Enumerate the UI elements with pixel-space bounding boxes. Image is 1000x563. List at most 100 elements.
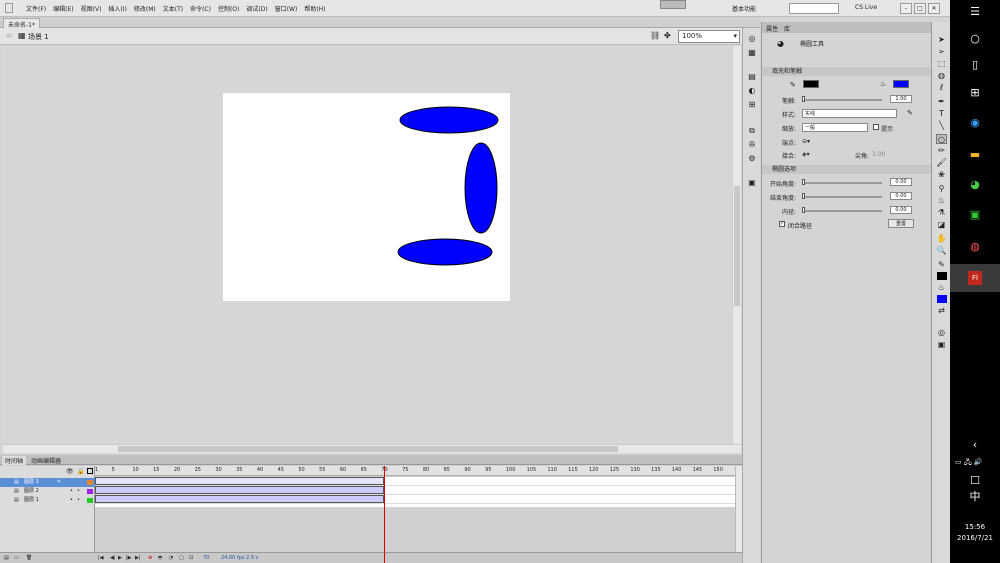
components-icon[interactable]: ✇ [747,140,757,149]
inner-radius-knob[interactable] [802,207,805,213]
frame-span[interactable] [95,486,384,494]
swap-colors-icon[interactable]: ⇄ [936,306,947,316]
tab-library[interactable]: 库 [784,24,790,33]
miter-value[interactable]: 3.00 [872,151,885,158]
stroke-slider-knob[interactable] [802,96,805,102]
zoom-tool-icon[interactable]: 🔍 [936,246,947,256]
chevron-left-icon[interactable]: ‹ [968,438,982,452]
align-panel-icon[interactable]: ▤ [747,72,757,81]
workspace-selector[interactable]: 基本功能 [732,4,756,13]
stage-canvas[interactable] [223,93,510,301]
step-back-icon[interactable]: ◀| [110,555,116,561]
frame-row-3[interactable] [95,477,740,486]
clock[interactable]: 15:56 2016/7/21 [950,523,1000,542]
iqiyi-icon[interactable]: ▣ [968,208,982,222]
join-select[interactable]: ◈▾ [802,151,810,158]
layer-name[interactable]: 图层 2 [24,487,39,496]
edit-multiple-icon[interactable]: ▢ [179,555,184,561]
cs-live-button[interactable]: CS Live [855,4,877,11]
pencil-tool-icon[interactable]: ✏ [936,146,947,156]
menu-view[interactable]: 视图(V) [81,4,102,13]
object-drawing-icon[interactable]: ◎ [936,328,947,338]
task-view-icon[interactable]: ▯ [968,58,982,72]
bone-tool-icon[interactable]: ⚲ [936,184,947,194]
start-angle-knob[interactable] [802,179,805,185]
dot-icon[interactable]: • [70,496,73,505]
frame-rate[interactable]: 24.00 fps [221,555,244,561]
hand-tool-icon[interactable]: ✋ [936,234,947,244]
close-path-checkbox[interactable]: ✓ [779,221,785,227]
inner-radius-input[interactable]: 0.00 [890,206,912,214]
go-last-frame-icon[interactable]: ▶| [135,555,141,561]
deco-tool-icon[interactable]: ❀ [936,170,947,180]
step-forward-icon[interactable]: |▶ [126,555,132,561]
new-layer-icon[interactable]: ▤ [4,555,9,561]
scrollbar-thumb[interactable] [118,446,618,452]
vertical-scrollbar[interactable] [732,46,741,444]
delete-layer-icon[interactable]: 🗑 [26,555,32,561]
stroke-input[interactable]: 1.00 [890,95,912,103]
menu-text[interactable]: 文本(T) [163,4,183,13]
3d-rotation-tool-icon[interactable]: ◍ [936,71,947,81]
playhead[interactable] [384,466,385,563]
tray-icons[interactable]: ▭ 🖧 🔊 [955,458,983,469]
go-first-frame-icon[interactable]: |◀ [98,555,104,561]
layer-row-1[interactable]: ▤ 图层 1 • • [0,496,95,505]
center-frame-icon[interactable]: ⊕ [148,555,152,561]
dot-icon[interactable]: • [77,487,80,496]
reset-button[interactable]: 重置 [888,219,914,228]
subselection-tool-icon[interactable]: ➢ [936,47,947,57]
horizontal-scrollbar[interactable] [3,444,741,453]
menu-modify[interactable]: 修改(M) [134,4,156,13]
frame-span[interactable] [95,495,384,503]
line-tool-icon[interactable]: ╲ [936,121,947,131]
menu-debug[interactable]: 调试(D) [246,4,267,13]
store-icon[interactable]: ⊞ [968,86,982,100]
play-icon[interactable]: ▶ [118,555,122,561]
menu-edit[interactable]: 编辑(E) [53,4,73,13]
cap-select[interactable]: ⊖▾ [802,138,810,145]
help-search-input[interactable] [789,3,839,14]
ellipse-right[interactable] [464,142,498,234]
menu-file[interactable]: 文件(F) [26,4,46,13]
menu-commands[interactable]: 命令(C) [190,4,211,13]
end-angle-knob[interactable] [802,193,805,199]
edit-scene-icon[interactable]: ⛓ [650,31,660,40]
tab-timeline[interactable]: 时间轴 [2,456,27,465]
ellipse-bottom[interactable] [397,238,493,266]
back-arrow-icon[interactable]: ⇦ [6,31,13,40]
hint-checkbox[interactable] [873,124,879,130]
lasso-tool-icon[interactable]: ℓ [936,83,947,93]
info-panel-icon[interactable]: ◐ [747,86,757,95]
search-icon[interactable]: ○ [968,32,982,46]
menu-icon[interactable]: ☰ [968,5,982,19]
menu-help[interactable]: 帮助(H) [304,4,325,13]
frame-row-1[interactable] [95,495,740,504]
free-transform-tool-icon[interactable]: ⬚ [936,59,947,69]
new-folder-icon[interactable]: ▭ [14,555,19,561]
onion-skin-icon[interactable]: ◓ [158,555,162,561]
notification-icon[interactable]: ☐ [968,474,982,488]
zoom-select[interactable]: 100% ▾ [678,30,740,43]
layer-color-chip[interactable] [87,498,93,503]
stroke-color-chip[interactable] [937,272,947,280]
qq-browser-icon[interactable]: ◉ [968,116,982,130]
stroke-slider[interactable] [802,99,882,101]
layer-color-chip[interactable] [87,489,93,494]
ellipse-top[interactable] [399,106,499,134]
flash-taskbar-item[interactable]: Fl [950,264,1000,292]
lock-icon[interactable]: 🔒 [77,468,84,475]
timeline-vertical-scrollbar[interactable] [735,466,742,552]
frame-span[interactable] [95,477,384,485]
tab-motion-editor[interactable]: 动画编辑器 [28,456,64,465]
dot-icon[interactable]: • [70,487,73,496]
color-panel-icon[interactable]: ◎ [747,34,757,43]
start-angle-input[interactable]: 0.00 [890,178,912,186]
stroke-color-swatch[interactable] [803,80,819,88]
oval-tool-icon[interactable]: ○ [936,134,947,144]
layer-name[interactable]: 图层 1 [24,496,39,505]
swatches-panel-icon[interactable]: ▦ [747,48,757,57]
scale-select[interactable]: 一般 [802,123,868,132]
style-select[interactable]: 实线 [802,109,897,118]
menu-insert[interactable]: 插入(I) [108,4,126,13]
